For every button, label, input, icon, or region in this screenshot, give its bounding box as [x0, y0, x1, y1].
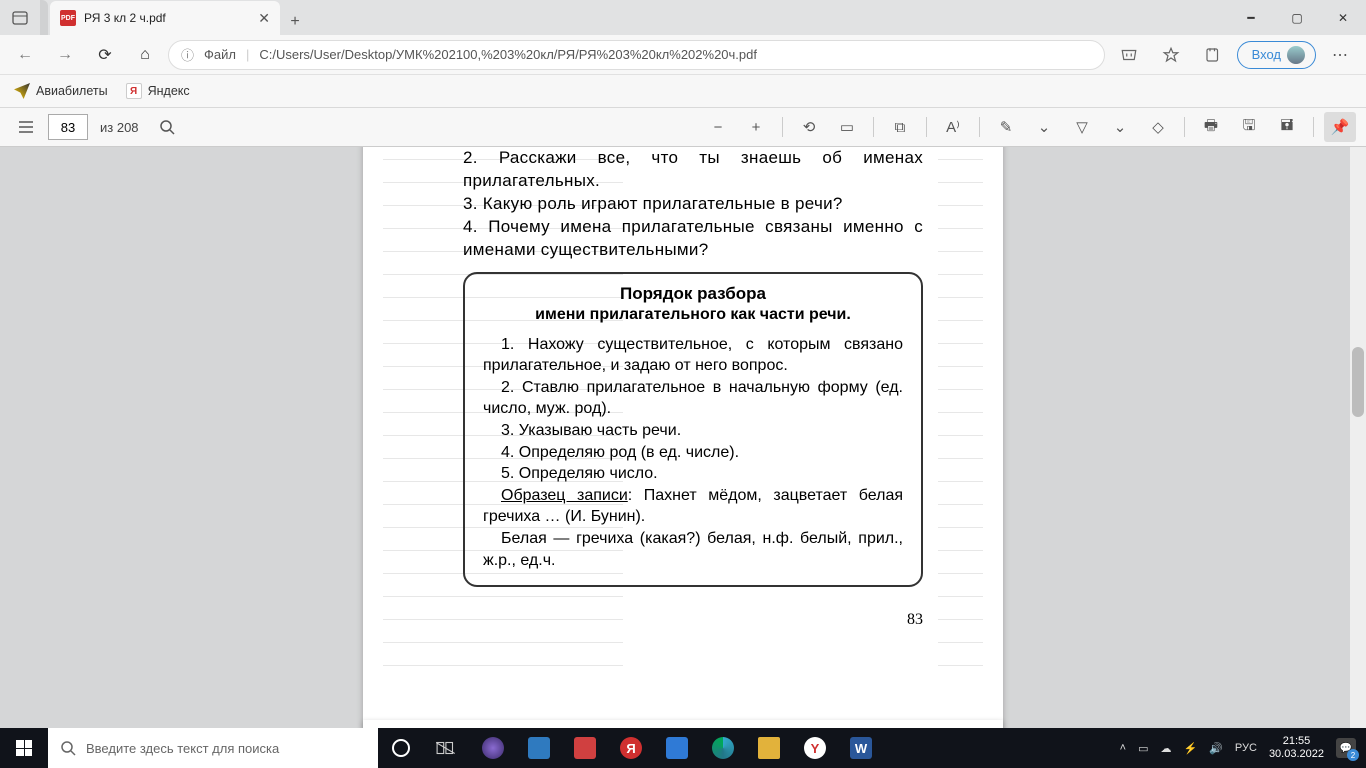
address-bar[interactable]: ⓘ Файл | C:/Users/User/Desktop/УМК%20210… — [168, 40, 1105, 70]
app-store[interactable] — [516, 728, 562, 768]
bookmark-yandex[interactable]: Я Яндекс — [126, 83, 190, 99]
avatar-icon — [1287, 46, 1305, 64]
app-browser-alt[interactable] — [470, 728, 516, 768]
tray-volume-icon[interactable]: 🔊 — [1209, 742, 1223, 755]
app-ybrowser[interactable]: Y — [792, 728, 838, 768]
save-as-button[interactable]: 🖬 — [1271, 112, 1303, 142]
bookmark-avia[interactable]: Авиабилеты — [14, 83, 108, 99]
close-tab-button[interactable]: ✕ — [258, 10, 270, 27]
zoom-out-button[interactable]: − — [702, 112, 734, 142]
scrollbar-track[interactable] — [1350, 147, 1366, 728]
pdf-toolbar: из 208 − + ⟲ ▭ ⧉ A⁾ ✎ ⌄ ▽ ⌄ ◇ 🖶 🖫 🖬 📌 — [0, 108, 1366, 147]
windows-logo-icon — [16, 740, 32, 756]
box-step-1: 1. Нахожу существительное, с которым свя… — [483, 334, 903, 377]
next-page-peek — [363, 720, 1003, 728]
tray-chevron-up-icon[interactable]: ˄ — [1120, 742, 1126, 754]
forward-button[interactable]: → — [48, 38, 82, 72]
new-tab-button[interactable]: + — [280, 13, 310, 35]
box-step-3: 3. Указываю часть речи. — [483, 420, 903, 442]
close-window-button[interactable]: ✕ — [1320, 0, 1366, 35]
tray-lang[interactable]: РУС — [1235, 742, 1257, 754]
box-sample-2: Белая — гречиха (какая?) белая, н.ф. бел… — [483, 528, 903, 571]
home-button[interactable]: ⌂ — [128, 38, 162, 72]
system-tray: ˄ ▭ ☁ ⚡ 🔊 РУС 21:55 30.03.2022 💬 — [1110, 728, 1366, 768]
browser-tab[interactable]: PDF РЯ 3 кл 2 ч.pdf ✕ — [50, 1, 280, 35]
question-3: 3. Какую роль играют прилагательные в ре… — [463, 193, 923, 216]
start-button[interactable] — [0, 728, 48, 768]
pin-toolbar-button[interactable]: 📌 — [1324, 112, 1356, 142]
tray-onedrive-icon[interactable]: ☁ — [1161, 742, 1172, 755]
page-number-input[interactable] — [48, 114, 88, 140]
app-edge[interactable] — [700, 728, 746, 768]
page-view-button[interactable]: ⧉ — [884, 112, 916, 142]
rotate-button[interactable]: ⟲ — [793, 112, 825, 142]
zoom-in-button[interactable]: + — [740, 112, 772, 142]
save-button[interactable]: 🖫 — [1233, 112, 1265, 142]
yandex-icon: Я — [126, 83, 142, 99]
taskbar-apps: Я Y W — [378, 728, 884, 768]
highlight-dropdown[interactable]: ⌄ — [1104, 112, 1136, 142]
address-bar-row: ← → ⟳ ⌂ ⓘ Файл | C:/Users/User/Desktop/У… — [0, 35, 1366, 75]
box-step-2: 2. Ставлю прилагательное в начальную фор… — [483, 377, 903, 420]
tab-actions-button[interactable] — [0, 0, 40, 35]
maximize-button[interactable]: ▢ — [1274, 0, 1320, 35]
plane-icon — [14, 83, 30, 99]
pdf-icon: PDF — [60, 10, 76, 26]
print-button[interactable]: 🖶 — [1195, 112, 1227, 142]
box-step-4: 4. Определяю род (в ед. числе). — [483, 442, 903, 464]
back-button[interactable]: ← — [8, 38, 42, 72]
site-info-icon[interactable]: ⓘ — [181, 45, 194, 64]
refresh-button[interactable]: ⟳ — [88, 38, 122, 72]
draw-button[interactable]: ✎ — [990, 112, 1022, 142]
task-view-button[interactable] — [424, 728, 470, 768]
addr-prefix: Файл — [204, 47, 236, 62]
draw-dropdown[interactable]: ⌄ — [1028, 112, 1060, 142]
tray-clock[interactable]: 21:55 30.03.2022 — [1269, 735, 1324, 760]
tray-notifications-button[interactable]: 💬 — [1336, 738, 1356, 758]
tray-meet-icon[interactable]: ▭ — [1138, 742, 1148, 755]
contents-button[interactable] — [10, 112, 42, 142]
pdf-viewer[interactable]: 2. Расскажи все, что ты знаешь об именах… — [0, 147, 1366, 728]
cortana-button[interactable] — [378, 728, 424, 768]
tab-title: РЯ 3 кл 2 ч.pdf — [84, 11, 250, 25]
window-controls: ━ ▢ ✕ — [1228, 0, 1366, 35]
pdf-page: 2. Расскажи все, что ты знаешь об именах… — [363, 147, 1003, 728]
scrollbar-thumb[interactable] — [1352, 347, 1364, 417]
read-aloud-button[interactable]: A⁾ — [937, 112, 969, 142]
bookmarks-bar: Авиабилеты Я Яндекс — [0, 75, 1366, 108]
find-button[interactable] — [151, 112, 183, 142]
title-bar: PDF РЯ 3 кл 2 ч.pdf ✕ + ━ ▢ ✕ — [0, 0, 1366, 35]
box-sample: Образец записи: Пахнет мёдом, зацветает … — [483, 485, 903, 528]
page-count: из 208 — [94, 120, 145, 135]
app-explorer[interactable] — [746, 728, 792, 768]
rule-box: Порядок разбора имени прилагательного ка… — [463, 272, 923, 588]
menu-button[interactable]: ⋯ — [1322, 38, 1358, 72]
box-title-2: имени прилагательного как части речи. — [483, 306, 903, 324]
collections-button[interactable] — [1195, 38, 1231, 72]
fit-page-button[interactable]: ▭ — [831, 112, 863, 142]
question-2: 2. Расскажи все, что ты знаешь об именах… — [463, 147, 923, 193]
app-gift[interactable] — [562, 728, 608, 768]
erase-button[interactable]: ◇ — [1142, 112, 1174, 142]
box-step-5: 5. Определяю число. — [483, 463, 903, 485]
app-mail[interactable] — [654, 728, 700, 768]
box-title-1: Порядок разбора — [483, 284, 903, 304]
favorites-button[interactable] — [1153, 38, 1189, 72]
login-button[interactable]: Вход — [1237, 41, 1316, 69]
shopping-button[interactable] — [1111, 38, 1147, 72]
app-word[interactable]: W — [838, 728, 884, 768]
addr-path: C:/Users/User/Desktop/УМК%202100,%203%20… — [259, 47, 757, 62]
windows-taskbar: Введите здесь текст для поиска Я Y W ˄ ▭… — [0, 728, 1366, 768]
highlight-button[interactable]: ▽ — [1066, 112, 1098, 142]
tray-wifi-icon[interactable]: ⚡ — [1184, 742, 1198, 755]
question-4: 4. Почему имена прилагательные связаны и… — [463, 216, 923, 262]
minimize-button[interactable]: ━ — [1228, 0, 1274, 35]
taskbar-search[interactable]: Введите здесь текст для поиска — [48, 728, 378, 768]
app-yandex[interactable]: Я — [608, 728, 654, 768]
